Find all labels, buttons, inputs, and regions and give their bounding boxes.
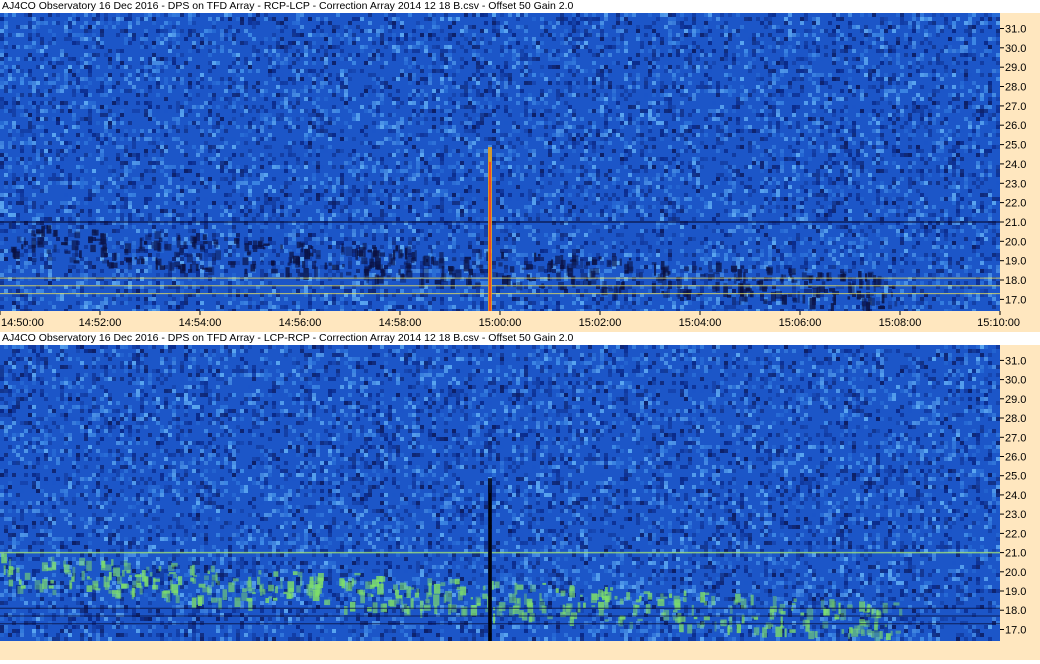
time-tick-label: 14:58:00 [379, 317, 422, 329]
time-tick-label: 14:56:00 [279, 317, 322, 329]
frequency-tick-label: 31.0 [1005, 355, 1026, 367]
frequency-tick-label: 19.0 [1005, 586, 1026, 598]
bottom-axis-band [0, 641, 1040, 660]
frequency-tick-label: 30.0 [1005, 43, 1026, 55]
time-tick-label: 15:00:00 [479, 317, 522, 329]
frequency-tick-label: 17.0 [1005, 625, 1026, 637]
frequency-tick-label: 20.0 [1005, 236, 1026, 248]
frequency-tick-label: 26.0 [1005, 452, 1026, 464]
frequency-tick-label: 26.0 [1005, 120, 1026, 132]
top-panel-title: AJ4CO Observatory 16 Dec 2016 - DPS on T… [2, 0, 574, 12]
frequency-tick-label: 27.0 [1005, 432, 1026, 444]
frequency-tick-label: 21.0 [1005, 217, 1026, 229]
frequency-tick-label: 24.0 [1005, 490, 1026, 502]
time-tick-label: 14:52:00 [79, 317, 122, 329]
time-tick-label: 15:08:00 [879, 317, 922, 329]
time-tick-label: 15:06:00 [779, 317, 822, 329]
bottom-spectrogram [0, 345, 1000, 641]
frequency-tick-label: 24.0 [1005, 159, 1026, 171]
frequency-tick-label: 30.0 [1005, 375, 1026, 387]
frequency-tick-label: 27.0 [1005, 101, 1026, 113]
time-tick-label: 15:04:00 [679, 317, 722, 329]
time-tick-label: 14:54:00 [179, 317, 222, 329]
frequency-tick-label: 17.0 [1005, 294, 1026, 306]
frequency-tick-label: 18.0 [1005, 275, 1026, 287]
frequency-tick-label: 20.0 [1005, 567, 1026, 579]
bottom-panel-title: AJ4CO Observatory 16 Dec 2016 - DPS on T… [2, 332, 574, 344]
frequency-tick-label: 28.0 [1005, 82, 1026, 94]
frequency-tick-label: 21.0 [1005, 548, 1026, 560]
frequency-axis-svg: 17.0 18.0 19.0 20.0 21.0 22.0 23.0 24.0 25.0 26.0… [1000, 24, 1026, 306]
frequency-tick-label: 18.0 [1005, 605, 1026, 617]
frequency-tick-label: 29.0 [1005, 394, 1026, 406]
frequency-tick-label: 28.0 [1005, 413, 1026, 425]
spectrogram-svg [0, 345, 1000, 641]
top-spectrogram [0, 13, 1000, 311]
frequency-tick-label: 25.0 [1005, 471, 1026, 483]
frequency-tick-label: 22.0 [1005, 528, 1026, 540]
spectrogram-svg [0, 13, 1000, 311]
time-tick-label: 14:50:00 [1, 317, 44, 329]
time-axis: 14:50:00 14:52:00 14:54:00 14:56:00 14:58:00… [0, 311, 1040, 332]
frequency-tick-label: 31.0 [1005, 24, 1026, 36]
frequency-tick-label: 29.0 [1005, 62, 1026, 74]
bottom-frequency-axis: 17.0 18.0 19.0 20.0 21.0 22.0 23.0 24.0 25.0 26.0… [1000, 345, 1040, 641]
frequency-tick-label: 23.0 [1005, 178, 1026, 190]
time-tick-label: 15:10:00 [977, 317, 1020, 329]
frequency-tick-label: 23.0 [1005, 509, 1026, 521]
time-axis-svg: 14:50:00 14:52:00 14:54:00 14:56:00 14:58:00… [0, 311, 1020, 329]
frequency-axis-svg: 17.0 18.0 19.0 20.0 21.0 22.0 23.0 24.0 25.0 26.0… [1000, 355, 1026, 637]
frequency-tick-label: 19.0 [1005, 256, 1026, 268]
top-frequency-axis: 17.0 18.0 19.0 20.0 21.0 22.0 23.0 24.0 25.0 26.0… [1000, 13, 1040, 311]
frequency-tick-label: 22.0 [1005, 198, 1026, 210]
frequency-tick-label: 25.0 [1005, 140, 1026, 152]
time-tick-label: 15:02:00 [579, 317, 622, 329]
